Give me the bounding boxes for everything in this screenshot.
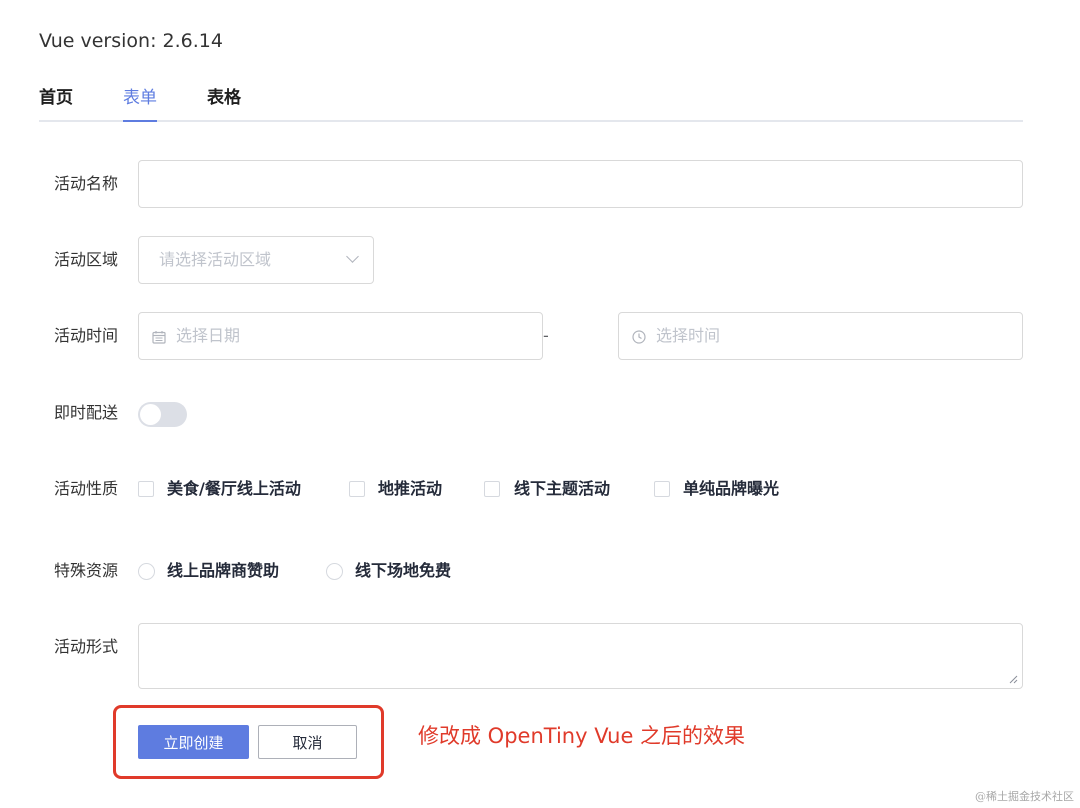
time-separator: -: [543, 326, 549, 345]
date-picker[interactable]: 选择日期: [138, 312, 543, 360]
date-picker-placeholder: 选择日期: [176, 326, 241, 345]
resize-handle-icon[interactable]: [1008, 674, 1018, 684]
create-button[interactable]: 立即创建: [138, 725, 249, 759]
calendar-icon: [152, 331, 166, 344]
tab-active-indicator: [123, 120, 157, 122]
desc-label: 活动形式: [54, 637, 119, 656]
delivery-label: 即时配送: [54, 403, 119, 422]
page: Vue version: 2.6.14 首页 表单 表格 活动名称 活动区域 请…: [0, 0, 1080, 808]
type-label: 活动性质: [54, 479, 119, 498]
clock-icon: [632, 330, 646, 344]
tab-table[interactable]: 表格: [207, 84, 241, 122]
type-option-3[interactable]: 线下主题活动: [514, 478, 610, 500]
name-input[interactable]: [138, 160, 1023, 208]
resource-radio-2[interactable]: [326, 563, 343, 580]
name-label: 活动名称: [54, 174, 119, 193]
resource-label: 特殊资源: [54, 561, 119, 580]
type-checkbox-3[interactable]: [484, 481, 500, 497]
annotation-text: 修改成 OpenTiny Vue 之后的效果: [418, 724, 746, 748]
type-option-1[interactable]: 美食/餐厅线上活动: [167, 478, 301, 500]
region-label: 活动区域: [54, 250, 119, 269]
region-select-placeholder: 请选择活动区域: [159, 250, 272, 269]
type-checkbox-1[interactable]: [138, 481, 154, 497]
time-picker[interactable]: 选择时间: [618, 312, 1023, 360]
watermark: @稀土掘金技术社区: [975, 790, 1074, 803]
cancel-button[interactable]: 取消: [258, 725, 357, 759]
chevron-down-icon: [346, 250, 359, 263]
type-option-2[interactable]: 地推活动: [378, 478, 442, 500]
type-checkbox-4[interactable]: [654, 481, 670, 497]
time-picker-placeholder: 选择时间: [656, 326, 721, 345]
tab-form[interactable]: 表单: [123, 84, 157, 122]
delivery-switch[interactable]: [138, 402, 187, 427]
tab-bar: 首页 表单 表格: [39, 84, 1023, 122]
switch-knob: [140, 404, 161, 425]
desc-textarea[interactable]: [138, 623, 1023, 689]
time-label: 活动时间: [54, 326, 119, 345]
type-checkbox-2[interactable]: [349, 481, 365, 497]
type-option-4[interactable]: 单纯品牌曝光: [683, 478, 779, 500]
region-select[interactable]: 请选择活动区域: [138, 236, 374, 284]
resource-option-2[interactable]: 线下场地免费: [355, 560, 451, 582]
resource-option-1[interactable]: 线上品牌商赞助: [167, 560, 279, 582]
resource-radio-1[interactable]: [138, 563, 155, 580]
tab-home[interactable]: 首页: [39, 84, 73, 122]
vue-version-text: Vue version: 2.6.14: [39, 30, 223, 52]
